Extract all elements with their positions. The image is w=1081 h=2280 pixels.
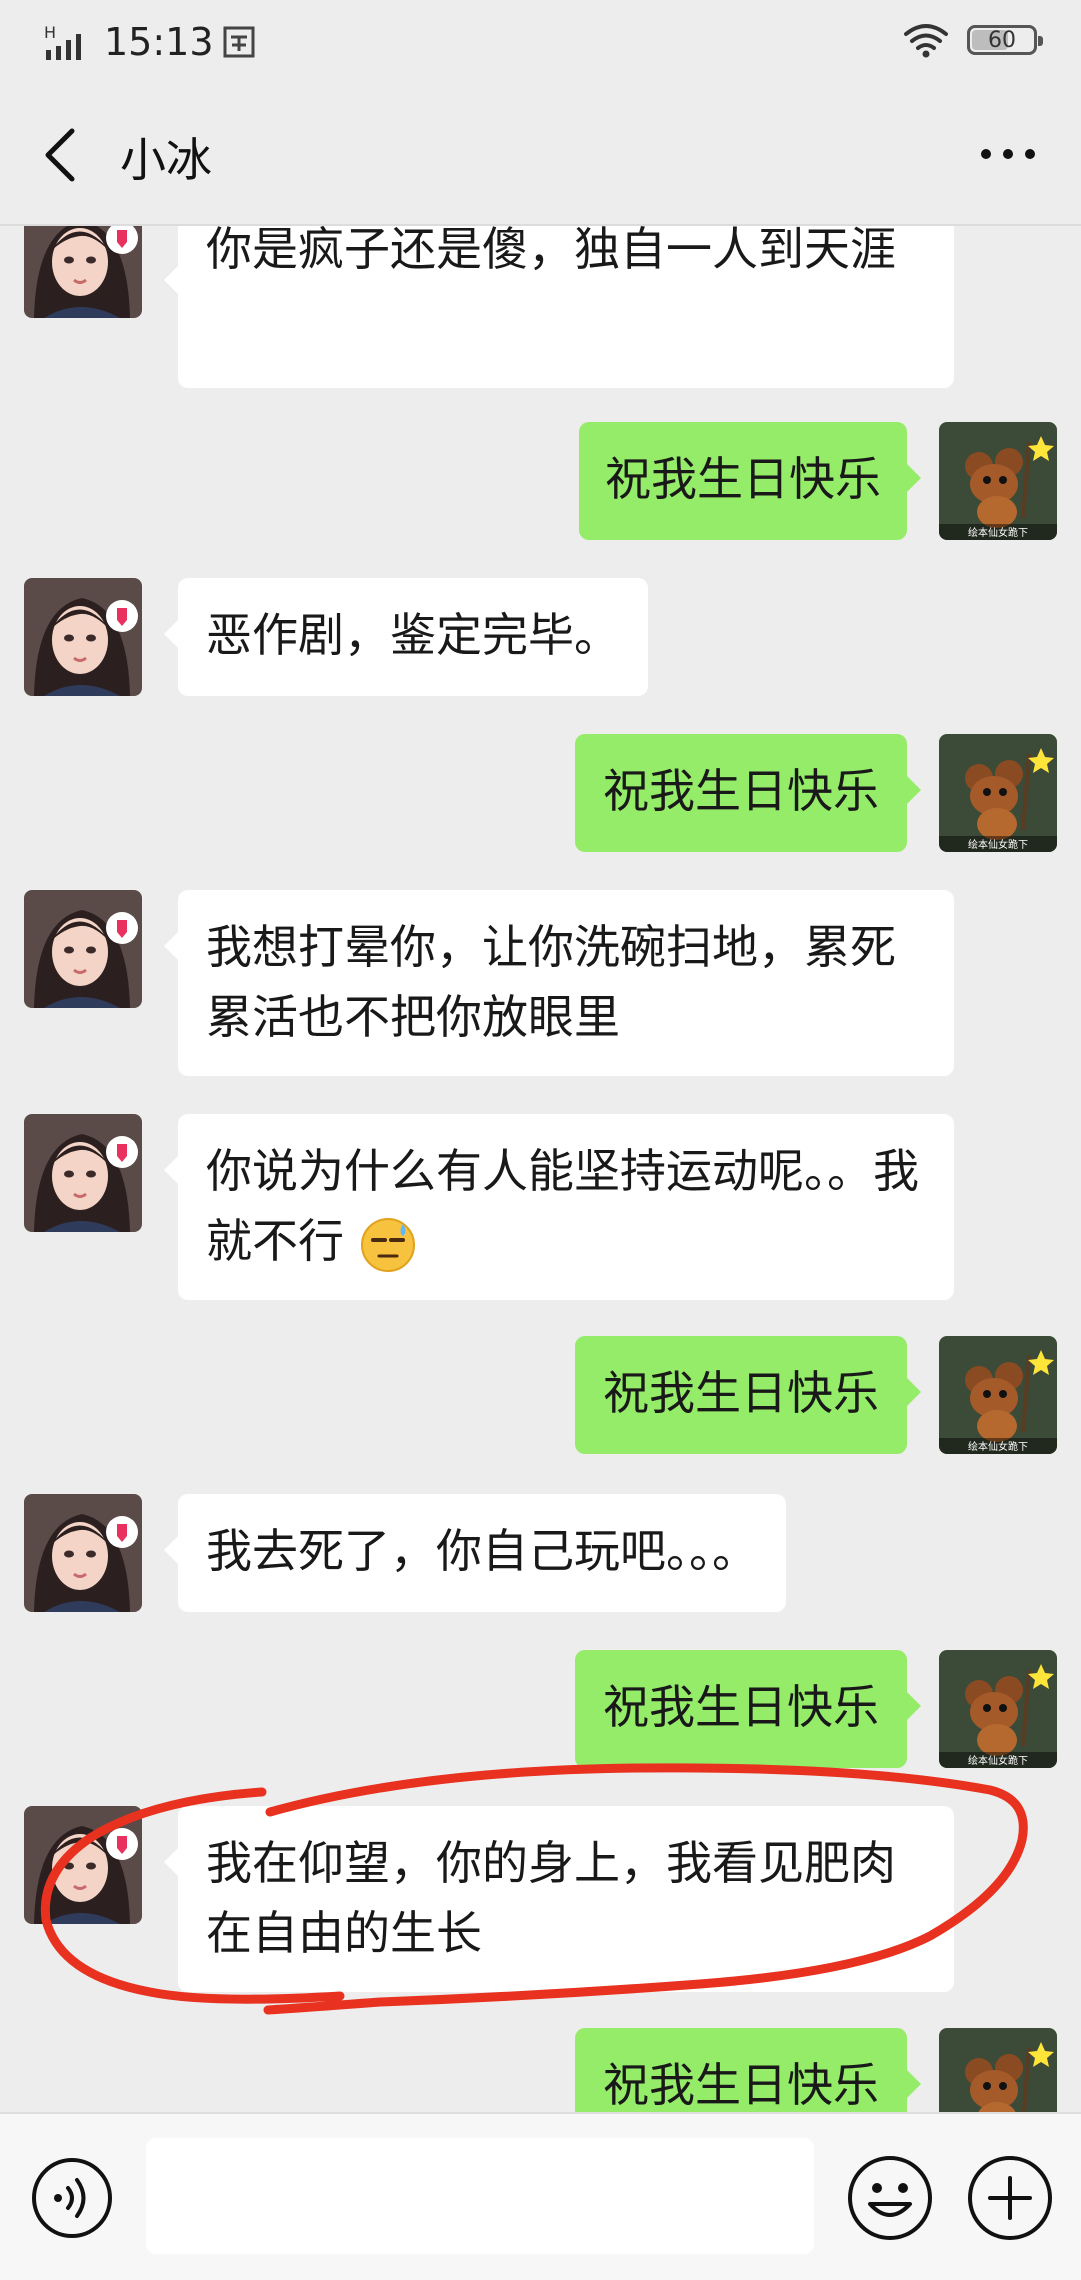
- user-avatar[interactable]: [939, 2028, 1057, 2112]
- bot-avatar[interactable]: [24, 226, 142, 318]
- mouse-avatar-icon: 绘本仙女跪下: [939, 1650, 1057, 1768]
- input-bar: [0, 2112, 1081, 2280]
- outgoing-message-bubble[interactable]: 祝我生日快乐: [579, 422, 921, 540]
- plus-icon[interactable]: [966, 2154, 1054, 2242]
- outgoing-message-bubble[interactable]: 祝我生日快乐: [575, 734, 921, 852]
- user-avatar[interactable]: 绘本仙女跪下: [939, 734, 1057, 852]
- battery-icon: 60: [967, 25, 1043, 55]
- back-button[interactable]: [30, 120, 90, 190]
- more-button[interactable]: [963, 124, 1053, 184]
- bot-avatar[interactable]: [24, 1494, 142, 1612]
- mouse-avatar-icon: [939, 2028, 1057, 2112]
- bot-avatar[interactable]: [24, 1806, 142, 1924]
- incoming-message-bubble[interactable]: 我想打晕你，让你洗碗扫地，累死累活也不把你放眼里: [164, 890, 954, 1076]
- message-text: 你是疯子还是傻，独自一人到天涯: [206, 226, 896, 276]
- message-text: 我想打晕你，让你洗碗扫地，累死累活也不把你放眼里: [206, 920, 896, 1044]
- signal-icon: H: [44, 23, 81, 60]
- girl-avatar-icon: [24, 226, 142, 318]
- status-right: 60: [903, 18, 1043, 62]
- girl-avatar-icon: [24, 1806, 142, 1924]
- message-text: 我去死了，你自己玩吧。。。: [206, 1524, 758, 1578]
- avatar-caption: 绘本仙女跪下: [968, 838, 1028, 851]
- voice-icon[interactable]: [30, 2156, 114, 2240]
- user-avatar[interactable]: 绘本仙女跪下: [939, 1336, 1057, 1454]
- chevron-left-icon: [45, 128, 75, 182]
- message-text: 祝我生日快乐: [603, 764, 879, 818]
- girl-avatar-icon: [24, 1114, 142, 1232]
- outgoing-message-bubble[interactable]: 祝我生日快乐: [575, 1650, 921, 1768]
- message-text: 祝我生日快乐: [603, 2058, 879, 2112]
- user-avatar[interactable]: 绘本仙女跪下: [939, 422, 1057, 540]
- message-text: 祝我生日快乐: [605, 452, 881, 506]
- status-bar: H 15:13 60: [0, 0, 1081, 80]
- network-type-label: H: [44, 23, 56, 42]
- wifi-icon: [904, 24, 948, 58]
- status-left: H 15:13: [44, 20, 256, 64]
- message-text: 恶作剧，鉴定完毕。: [206, 608, 620, 662]
- mouse-avatar-icon: 绘本仙女跪下: [939, 734, 1057, 852]
- avatar-caption: 绘本仙女跪下: [968, 1754, 1028, 1767]
- girl-avatar-icon: [24, 890, 142, 1008]
- user-avatar[interactable]: 绘本仙女跪下: [939, 1650, 1057, 1768]
- girl-avatar-icon: [24, 1494, 142, 1612]
- mouse-avatar-icon: 绘本仙女跪下: [939, 1336, 1057, 1454]
- incoming-message-bubble[interactable]: 恶作剧，鉴定完毕。: [164, 578, 648, 696]
- bot-avatar[interactable]: [24, 578, 142, 696]
- sweat-emoji-icon: [360, 1217, 415, 1272]
- bot-avatar[interactable]: [24, 890, 142, 1008]
- message-text: 我在仰望，你的身上，我看见肥肉在自由的生长: [206, 1836, 896, 1960]
- status-time: 15:13: [104, 20, 214, 64]
- message-text: 祝我生日快乐: [603, 1366, 879, 1420]
- avatar-caption: 绘本仙女跪下: [968, 1440, 1028, 1453]
- message-text: 祝我生日快乐: [603, 1680, 879, 1734]
- battery-level: 60: [988, 27, 1016, 53]
- avatar-caption: 绘本仙女跪下: [968, 526, 1028, 539]
- incoming-message-bubble[interactable]: 你是疯子还是傻，独自一人到天涯: [164, 226, 954, 388]
- message-input[interactable]: [146, 2138, 814, 2254]
- outgoing-message-bubble[interactable]: 祝我生日快乐: [575, 2028, 921, 2112]
- notification-icon: [223, 26, 255, 58]
- incoming-message-bubble[interactable]: 你说为什么有人能坚持运动呢。。我就不行: [164, 1114, 954, 1300]
- chat-messages[interactable]: 你是疯子还是傻，独自一人到天涯 祝我生日快乐 绘本仙女跪下 恶作剧，鉴定完毕。 …: [0, 226, 1081, 2112]
- incoming-message-bubble[interactable]: 我去死了，你自己玩吧。。。: [164, 1494, 786, 1612]
- more-dots-icon: [981, 149, 1035, 159]
- message-text: 你说为什么有人能坚持运动呢。。我就不行: [206, 1144, 919, 1268]
- incoming-message-bubble[interactable]: 我在仰望，你的身上，我看见肥肉在自由的生长: [164, 1806, 954, 1992]
- outgoing-message-bubble[interactable]: 祝我生日快乐: [575, 1336, 921, 1454]
- emoji-icon[interactable]: [846, 2154, 934, 2242]
- mouse-avatar-icon: 绘本仙女跪下: [939, 422, 1057, 540]
- girl-avatar-icon: [24, 578, 142, 696]
- nav-bar: 小冰: [0, 80, 1081, 226]
- bot-avatar[interactable]: [24, 1114, 142, 1232]
- chat-title: 小冰: [120, 133, 212, 187]
